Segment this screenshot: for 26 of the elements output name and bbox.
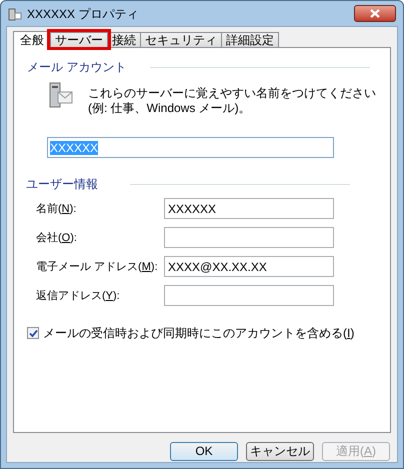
field-label: 電子メール アドレス(M): — [36, 260, 159, 274]
tab[interactable]: 詳細設定 — [221, 32, 279, 47]
dialog-button[interactable]: OK — [170, 442, 238, 461]
close-icon — [370, 9, 380, 18]
input-field[interactable]: XXXX@XX.XX.XX — [164, 256, 334, 277]
tab[interactable]: サーバー — [50, 32, 108, 47]
description-text: これらのサーバーに覚えやすい名前をつけてください — [88, 86, 376, 101]
checkbox-label: メールの受信時および同期時にこのアカウントを含める(I) — [43, 325, 354, 342]
account-name-text: XXXXXX — [50, 140, 98, 154]
input-field[interactable] — [164, 285, 334, 306]
checkbox[interactable] — [27, 327, 39, 339]
checkmark-icon — [28, 328, 38, 338]
input-field[interactable] — [164, 227, 334, 248]
field-label: 返信アドレス(Y): — [36, 288, 121, 302]
tab[interactable]: セキュリティ — [140, 32, 222, 47]
input-field[interactable]: XXXXXX — [164, 198, 334, 219]
section-heading: ユーザー情報 — [26, 176, 98, 193]
close-button[interactable] — [354, 5, 396, 22]
mail-server-icon — [48, 82, 74, 108]
field-label: 名前(N): — [36, 202, 78, 216]
description-text: (例: 仕事、Windows メール)。 — [88, 101, 252, 116]
computer-icon — [8, 6, 22, 20]
window-title: XXXXXX プロパティ — [27, 6, 138, 22]
section-heading: メール アカウント — [27, 59, 126, 76]
dialog-button[interactable]: キャンセル — [246, 442, 314, 461]
field-label: 会社(O): — [36, 230, 78, 244]
